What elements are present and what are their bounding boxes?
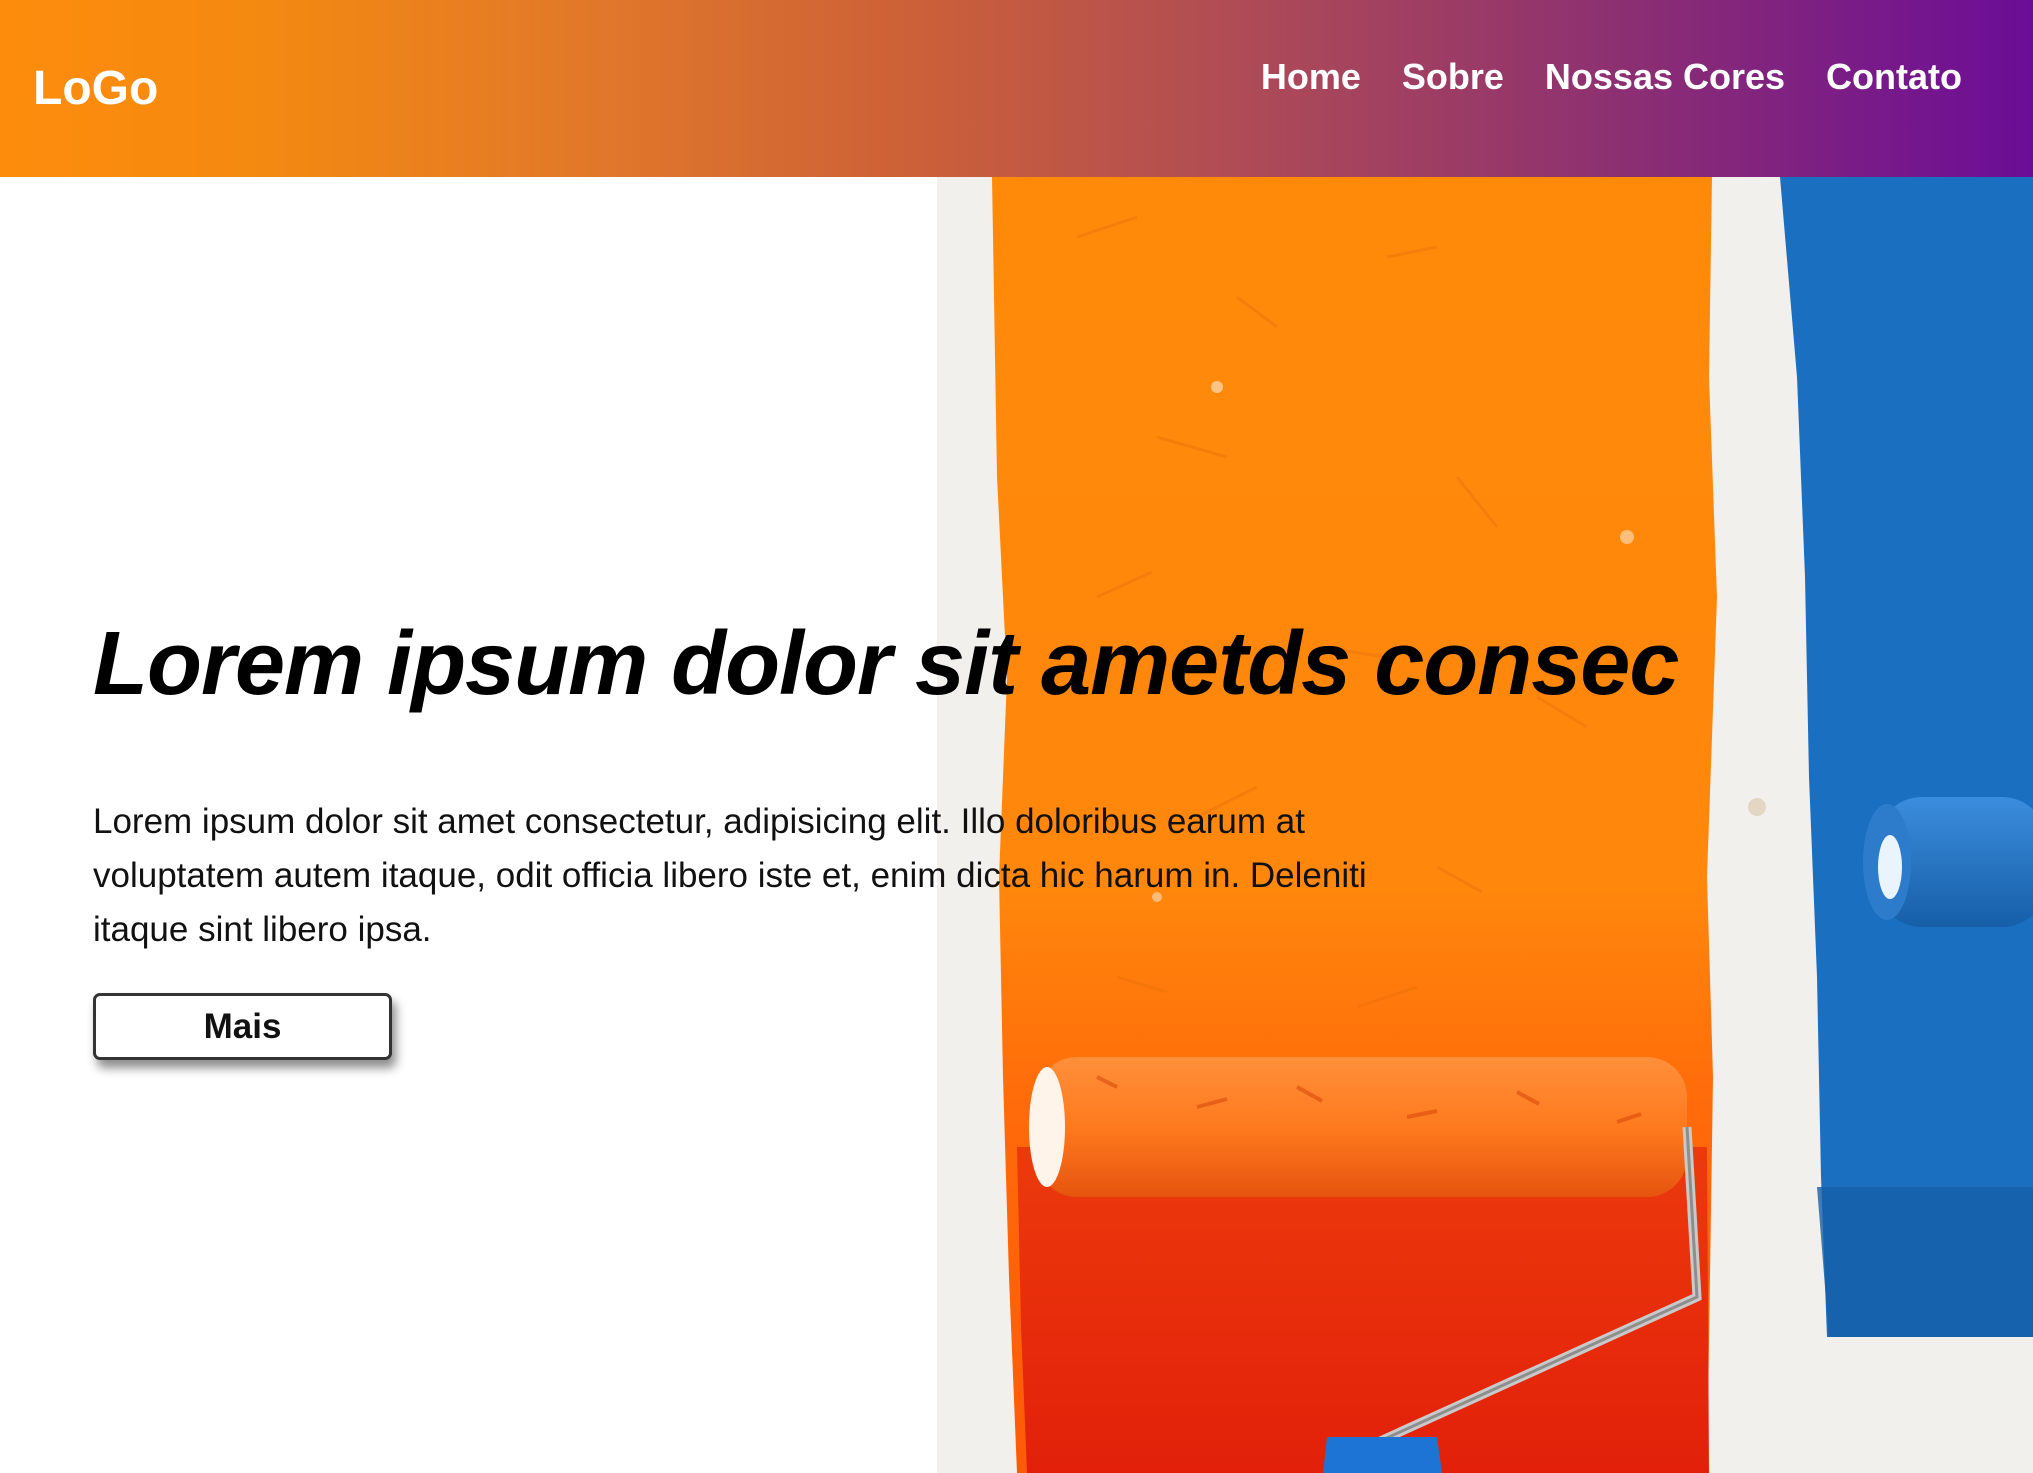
more-button[interactable]: Mais — [93, 993, 392, 1060]
nav-sobre-link[interactable]: Sobre — [1402, 55, 1504, 99]
nav-home-link[interactable]: Home — [1261, 55, 1361, 99]
nav-nossas-cores-link[interactable]: Nossas Cores — [1545, 55, 1785, 99]
hero-title: Lorem ipsum dolor sit ametds consec — [93, 614, 1679, 714]
logo[interactable]: LoGo — [33, 62, 158, 116]
main-nav: Home Sobre Nossas Cores Contato — [1261, 55, 1962, 99]
hero-description: Lorem ipsum dolor sit amet consectetur, … — [93, 802, 1367, 949]
site-header: LoGo Home Sobre Nossas Cores Contato — [0, 0, 2033, 177]
nav-contato-link[interactable]: Contato — [1826, 55, 1962, 99]
